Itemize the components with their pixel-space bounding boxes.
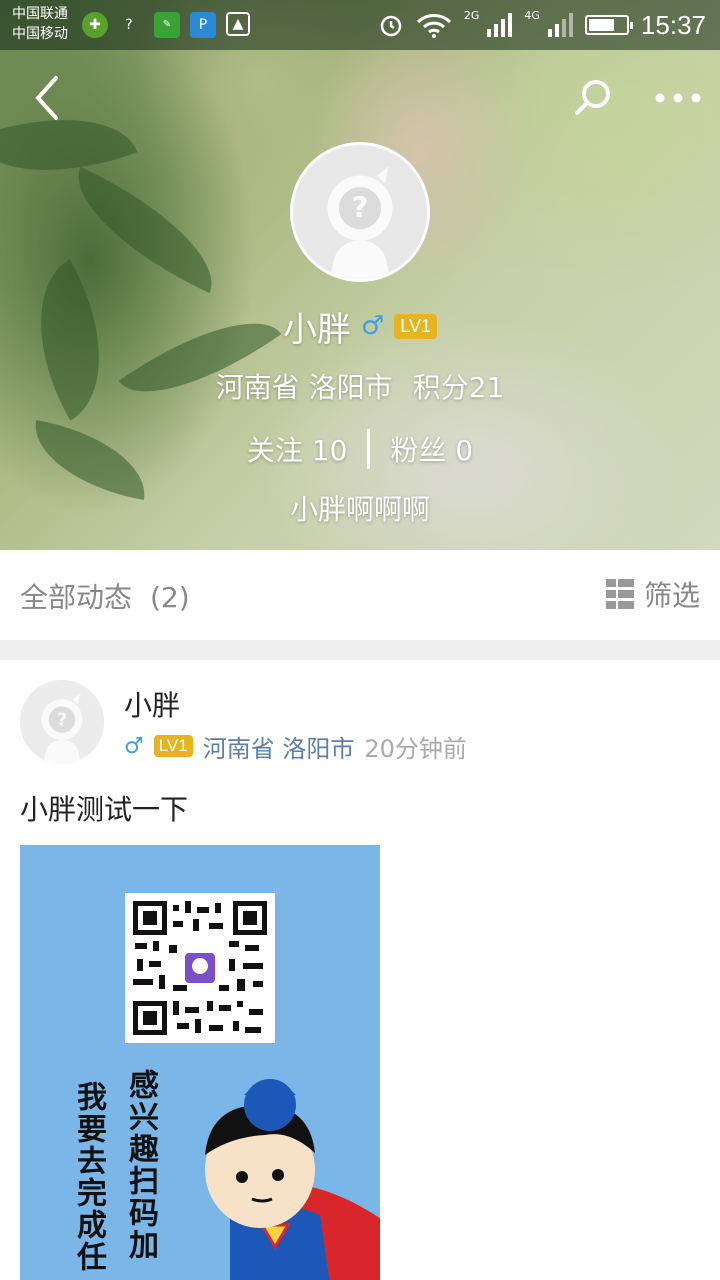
signal-icon bbox=[487, 13, 513, 37]
qr-code bbox=[125, 893, 275, 1043]
wifi-question-icon: ? bbox=[125, 17, 133, 33]
image-icon: ▲ bbox=[226, 12, 250, 36]
post-text: 小胖测试一下 bbox=[20, 793, 189, 826]
network-2g-label: 2G bbox=[463, 8, 480, 22]
level-badge: LV1 bbox=[394, 313, 437, 339]
profile-signature: 小胖啊啊啊 bbox=[289, 493, 430, 526]
image-caption-right: 感兴趣扫码加 bbox=[123, 1069, 158, 1261]
all-activity-tab[interactable]: 全部动态 (2) bbox=[20, 576, 190, 616]
search-icon bbox=[575, 80, 610, 115]
more-button[interactable] bbox=[650, 78, 706, 118]
svg-text:?: ? bbox=[57, 710, 67, 731]
svg-text:?: ? bbox=[352, 191, 369, 225]
filter-grid-icon bbox=[605, 579, 634, 609]
post-author-avatar[interactable]: ? bbox=[20, 680, 104, 764]
app-notification-icon: P bbox=[190, 12, 216, 38]
back-button[interactable] bbox=[22, 70, 72, 126]
profile-avatar[interactable]: ? bbox=[290, 142, 430, 282]
carrier-1: 中国联通 bbox=[12, 6, 68, 22]
default-avatar-icon: ? bbox=[20, 680, 104, 764]
profile-name: 小胖 bbox=[282, 309, 351, 350]
clock: 15:37 bbox=[640, 9, 706, 40]
network-4g-label: 4G bbox=[524, 8, 540, 22]
level-badge: LV1 bbox=[153, 735, 193, 757]
gender-male-icon: ♂ bbox=[124, 733, 144, 759]
back-arrow-icon bbox=[35, 76, 58, 120]
all-activity-label: 全部动态 bbox=[20, 581, 133, 614]
search-button[interactable] bbox=[570, 74, 616, 120]
signal-icon bbox=[547, 13, 573, 37]
post-author-name[interactable]: 小胖 bbox=[124, 684, 180, 724]
default-avatar-icon: ? bbox=[293, 145, 427, 279]
superhero-illustration bbox=[205, 1079, 380, 1280]
activity-post[interactable]: ? 小胖 ♂ LV1 河南省 洛阳市 20分钟前 小胖测试一下 我要去完成任 感… bbox=[0, 660, 720, 1280]
wifi-icon bbox=[416, 14, 451, 38]
carrier-labels: 中国联通 中国移动 bbox=[12, 4, 68, 44]
alarm-icon bbox=[380, 15, 402, 37]
profile-cover: 中国联通 中国移动 ✚ ? ✎ P ▲ 2G 4G 15:37 ? 小胖 ♂ L… bbox=[0, 0, 720, 550]
profile-location: 河南省 洛阳市 bbox=[215, 371, 393, 404]
filter-label: 筛选 bbox=[643, 579, 700, 612]
app-notification-icon: ✎ bbox=[154, 12, 180, 38]
post-location[interactable]: 河南省 洛阳市 bbox=[203, 729, 355, 764]
status-right: 2G 4G 15:37 bbox=[378, 8, 706, 42]
activity-filter-bar: 全部动态 (2) 筛选 bbox=[0, 550, 720, 640]
carrier-2: 中国移动 bbox=[12, 26, 68, 42]
following-count[interactable]: 关注 10 bbox=[247, 429, 348, 469]
stats-divider bbox=[367, 429, 371, 469]
image-caption-left: 我要去完成任 bbox=[71, 1081, 106, 1273]
post-image[interactable]: 我要去完成任 感兴趣扫码加 bbox=[20, 845, 380, 1280]
section-divider bbox=[0, 640, 720, 660]
more-icon bbox=[655, 93, 701, 103]
gender-male-icon: ♂ bbox=[360, 311, 385, 341]
follow-stats: 关注 10 粉丝 0 bbox=[0, 426, 720, 472]
app-notification-icon: ✚ bbox=[82, 12, 108, 38]
profile-name-row: 小胖 ♂ LV1 bbox=[0, 300, 720, 352]
post-time: 20分钟前 bbox=[364, 734, 467, 763]
profile-info-row: 河南省 洛阳市 积分21 bbox=[0, 366, 720, 406]
profile-points: 积分21 bbox=[412, 371, 505, 404]
qr-code-icon bbox=[133, 901, 267, 1035]
status-bar: 中国联通 中国移动 ✚ ? ✎ P ▲ 2G 4G 15:37 bbox=[0, 0, 720, 50]
filter-button[interactable]: 筛选 bbox=[605, 574, 700, 614]
battery-icon bbox=[584, 15, 633, 35]
activity-count: (2) bbox=[150, 581, 190, 614]
fans-count[interactable]: 粉丝 0 bbox=[390, 429, 473, 469]
post-meta: ♂ LV1 河南省 洛阳市 20分钟前 bbox=[124, 728, 467, 764]
